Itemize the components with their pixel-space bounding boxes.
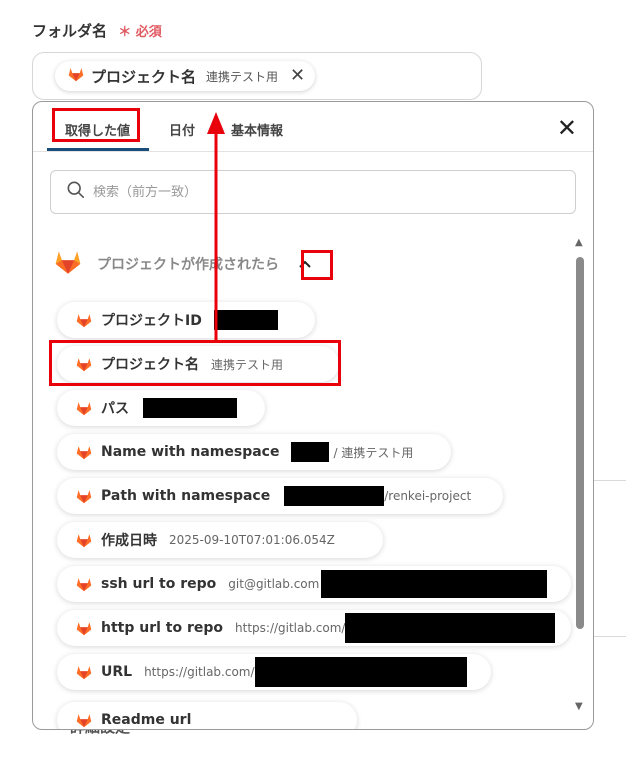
- list-item[interactable]: ssh url to repo git@gitlab.com: [57, 566, 571, 602]
- item-name: Name with namespace: [101, 444, 280, 460]
- required-badge: ＊ 必須: [118, 25, 162, 40]
- chip-sub: 連携テスト用: [206, 69, 279, 84]
- highlight-project-name-item: [49, 340, 341, 386]
- highlight-collapse-toggle: [301, 250, 333, 280]
- project-name-chip[interactable]: プロジェクト名 連携テスト用 ✕: [55, 61, 316, 91]
- chip-name: プロジェクト名: [91, 67, 197, 86]
- item-name: http url to repo: [101, 620, 224, 636]
- item-value: 2025-09-10T07:01:06.054Z: [169, 533, 335, 547]
- redacted-value: [321, 570, 548, 598]
- scrollbar[interactable]: ▲ ▼: [574, 237, 586, 717]
- background-divider: [594, 480, 626, 481]
- list-item[interactable]: http url to repo https://gitlab.com/: [57, 610, 571, 646]
- list-item[interactable]: Readme url: [57, 702, 357, 729]
- redacted-value: [143, 398, 237, 418]
- redacted-value: [345, 613, 556, 643]
- item-name: プロジェクトID: [101, 313, 202, 329]
- item-name: Readme url: [101, 712, 192, 728]
- item-value: / 連携テスト用: [333, 445, 414, 460]
- item-name: 作成日時: [101, 533, 157, 549]
- item-name: パス: [101, 401, 129, 417]
- scroll-up-icon[interactable]: ▲: [575, 237, 583, 248]
- item-name: Path with namespace: [101, 488, 271, 504]
- item-value: /renkei-project: [384, 489, 472, 503]
- gitlab-icon: [53, 248, 83, 279]
- search-icon: [67, 181, 85, 203]
- item-name: ssh url to repo: [101, 576, 217, 592]
- highlight-retrieved-values-tab: [52, 108, 140, 142]
- gitlab-icon: [75, 576, 93, 592]
- item-value: https://gitlab.com/: [235, 621, 346, 635]
- scrollbar-thumb[interactable]: [576, 257, 584, 629]
- gitlab-icon: [75, 532, 93, 548]
- scroll-down-icon[interactable]: ▼: [575, 701, 583, 712]
- search-input[interactable]: [93, 184, 493, 200]
- list-item[interactable]: プロジェクトID: [57, 302, 315, 338]
- folder-name-label: フォルダ名 ＊ 必須: [32, 20, 162, 41]
- gitlab-icon: [75, 312, 93, 328]
- required-mark: ＊: [118, 25, 132, 40]
- gitlab-icon: [75, 620, 93, 636]
- redacted-value: [291, 442, 330, 462]
- redacted-value: [284, 486, 385, 506]
- list-item[interactable]: URL https://gitlab.com/: [57, 654, 491, 690]
- list-item[interactable]: パス: [57, 390, 265, 426]
- redacted-value: [213, 310, 278, 330]
- folder-name-input[interactable]: プロジェクト名 連携テスト用 ✕: [32, 52, 482, 100]
- close-icon[interactable]: ✕: [557, 116, 577, 140]
- item-value: https://gitlab.com/: [144, 665, 255, 679]
- item-value: git@gitlab.com: [228, 577, 320, 591]
- gitlab-icon: [75, 664, 93, 680]
- gitlab-icon: [75, 488, 93, 504]
- list-item[interactable]: Name with namespace / 連携テスト用: [57, 434, 451, 470]
- value-picker-panel: 取得した値 日付 基本情報 ✕ プロジェクトが作成されたら プロジェクトID プ…: [32, 101, 594, 730]
- gitlab-icon: [75, 712, 93, 728]
- item-name: URL: [101, 664, 133, 680]
- list-item[interactable]: Path with namespace /renkei-project: [57, 478, 503, 514]
- background-divider: [594, 636, 626, 637]
- folder-name-label-text: フォルダ名: [32, 22, 108, 40]
- tab-basic-info[interactable]: 基本情報: [231, 120, 283, 139]
- trigger-group-header[interactable]: プロジェクトが作成されたら: [53, 248, 317, 279]
- required-text: 必須: [135, 25, 162, 40]
- search-box[interactable]: [50, 170, 576, 214]
- active-tab-indicator: [47, 148, 149, 151]
- gitlab-icon: [75, 444, 93, 460]
- gitlab-icon: [67, 66, 85, 86]
- list-item[interactable]: 作成日時 2025-09-10T07:01:06.054Z: [57, 522, 383, 558]
- tab-date[interactable]: 日付: [169, 120, 195, 139]
- chip-remove-icon[interactable]: ✕: [290, 67, 305, 85]
- gitlab-icon: [75, 400, 93, 416]
- redacted-value: [254, 657, 467, 687]
- group-title: プロジェクトが作成されたら: [97, 256, 279, 273]
